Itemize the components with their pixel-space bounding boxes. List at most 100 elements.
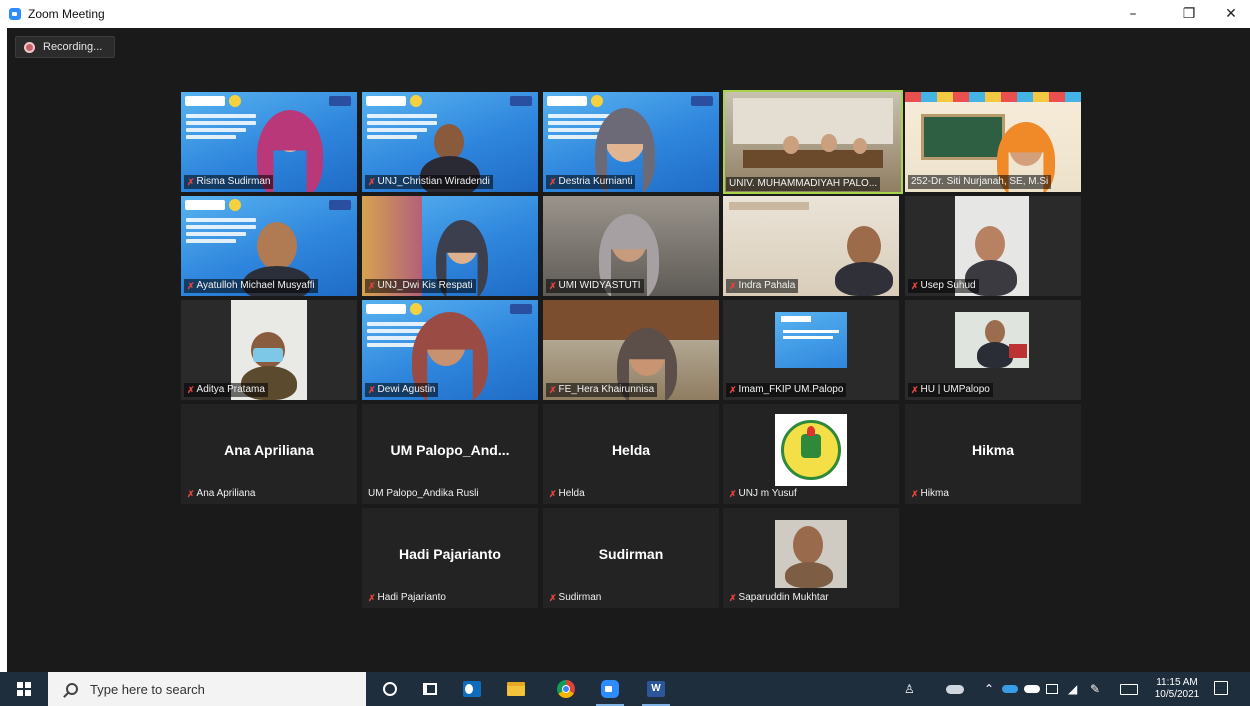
wifi-icon[interactable]: ◢ — [1068, 672, 1077, 706]
search-icon — [66, 683, 78, 695]
participant-tile[interactable]: Hikma ✗ Hikma — [905, 404, 1081, 504]
system-clock[interactable]: 11:15 AM 10/5/2021 — [1148, 677, 1206, 701]
participant-tile[interactable]: ✗ Imam_FKIP UM.Palopo — [723, 300, 899, 400]
windows-start-icon[interactable] — [0, 672, 48, 706]
participant-display-name: Hadi Pajarianto — [399, 546, 501, 562]
participant-name: ✗ Hadi Pajarianto — [368, 592, 446, 603]
notification-center-icon[interactable] — [1214, 681, 1228, 695]
participant-name: ✗ Ayatulloh Michael Musyaffi — [184, 279, 318, 293]
participant-name: ✗ UNJ_Dwi Kis Respati — [365, 279, 476, 293]
mic-muted-icon: ✗ — [549, 385, 557, 395]
clock-time: 11:15 AM — [1156, 677, 1198, 688]
keyboard-icon[interactable] — [1120, 672, 1138, 706]
window-titlebar: Zoom Meeting – ❐ ✕ — [0, 0, 1250, 28]
participant-name: ✗ Dewi Agustin — [365, 383, 439, 397]
participant-tile[interactable]: UM Palopo_And... UM Palopo_Andika Rusli — [362, 404, 538, 504]
recording-label: Recording... — [43, 41, 103, 53]
participant-name: ✗ Sudirman — [549, 592, 602, 603]
participant-tile[interactable]: ✗ Destria Kurnianti — [543, 92, 719, 192]
meeting-gallery: Recording... ✗ Risma Sudirman ✗ UNJ_Christ… — [7, 28, 1250, 672]
participant-tile[interactable]: ✗ Aditya Pratama — [181, 300, 357, 400]
participant-tile[interactable]: ✗ UNJ_Christian Wiradendi — [362, 92, 538, 192]
participant-name: ✗ Risma Sudirman — [184, 175, 274, 189]
participant-name: ✗ UMI WIDYASTUTI — [546, 279, 644, 293]
participant-tile[interactable]: ✗ FE_Hera Khairunnisa — [543, 300, 719, 400]
university-logo — [775, 414, 847, 486]
participant-name: UNIV. MUHAMMADIYAH PALO... — [726, 177, 881, 191]
participant-name: 252-Dr. Siti Nurjanah, SE, M.Si — [908, 175, 1052, 189]
mic-muted-icon: ✗ — [368, 385, 376, 395]
participant-name: ✗ Helda — [549, 488, 585, 499]
participant-tile[interactable]: Ana Apriliana ✗ Ana Apriliana — [181, 404, 357, 504]
mic-muted-icon: ✗ — [729, 593, 737, 603]
participant-tile[interactable]: Hadi Pajarianto ✗ Hadi Pajarianto — [362, 508, 538, 608]
file-explorer-icon[interactable] — [496, 672, 536, 706]
zoom-taskbar-icon[interactable] — [590, 672, 630, 706]
mic-muted-icon: ✗ — [368, 593, 376, 603]
participant-tile[interactable]: Sudirman ✗ Sudirman — [543, 508, 719, 608]
mic-muted-icon: ✗ — [911, 281, 919, 291]
participant-tile[interactable]: ✗ UNJ m Yusuf — [723, 404, 899, 504]
participant-tile[interactable]: ✗ Dewi Agustin — [362, 300, 538, 400]
word-icon[interactable]: W — [636, 672, 676, 706]
participant-tile[interactable]: ✗ Risma Sudirman — [181, 92, 357, 192]
participant-name: ✗ FE_Hera Khairunnisa — [546, 383, 658, 397]
participant-tile[interactable]: Helda ✗ Helda — [543, 404, 719, 504]
mic-muted-icon: ✗ — [187, 385, 195, 395]
network-icon[interactable] — [1046, 672, 1058, 706]
mic-muted-icon: ✗ — [368, 177, 376, 187]
chrome-icon[interactable] — [546, 672, 586, 706]
participant-display-name: Helda — [611, 442, 651, 458]
chevron-up-icon[interactable]: ⌃ — [984, 672, 994, 706]
participant-tile[interactable]: ✗ Usep Suhud — [905, 196, 1081, 296]
mic-muted-icon: ✗ — [368, 281, 376, 291]
participant-name: ✗ Hikma — [911, 488, 949, 499]
cloud-icon[interactable] — [1002, 672, 1018, 706]
participant-tile-active-speaker[interactable]: UNIV. MUHAMMADIYAH PALO... — [723, 90, 903, 194]
cloud-sync-icon[interactable] — [1024, 672, 1040, 706]
window-title: Zoom Meeting — [28, 7, 105, 21]
participant-name: ✗ Ana Apriliana — [187, 488, 256, 499]
participant-tile[interactable]: ✗ UNJ_Dwi Kis Respati — [362, 196, 538, 296]
mic-muted-icon: ✗ — [549, 593, 557, 603]
participant-name: ✗ UNJ m Yusuf — [729, 488, 797, 499]
mic-muted-icon: ✗ — [911, 489, 919, 499]
windows-taskbar: Type here to search W ♙ ⌃ ◢ ✎ 11:15 AM 1… — [0, 672, 1250, 706]
participant-name: ✗ HU | UMPalopo — [908, 383, 993, 397]
zoom-icon — [9, 8, 21, 20]
participant-tile[interactable]: ✗ Indra Pahala — [723, 196, 899, 296]
taskbar-search-box[interactable]: Type here to search — [48, 672, 366, 706]
mic-muted-icon: ✗ — [911, 385, 919, 395]
pen-icon[interactable]: ✎ — [1090, 672, 1100, 706]
participant-tile[interactable]: ✗ HU | UMPalopo — [905, 300, 1081, 400]
task-view-icon[interactable] — [410, 672, 450, 706]
participant-name: ✗ Indra Pahala — [726, 279, 799, 293]
close-button[interactable]: ✕ — [1208, 0, 1250, 28]
onedrive-icon[interactable] — [946, 672, 964, 706]
outlook-icon[interactable] — [452, 672, 492, 706]
mic-muted-icon: ✗ — [187, 489, 195, 499]
participant-tile[interactable]: ✗ UMI WIDYASTUTI — [543, 196, 719, 296]
mic-muted-icon: ✗ — [729, 489, 737, 499]
mic-muted-icon: ✗ — [549, 177, 557, 187]
mic-muted-icon: ✗ — [187, 177, 195, 187]
cortana-icon[interactable] — [370, 672, 410, 706]
clock-date: 10/5/2021 — [1154, 689, 1200, 700]
minimize-button[interactable]: – — [1110, 0, 1156, 28]
record-icon — [24, 41, 35, 53]
participant-tile[interactable]: ✗ Ayatulloh Michael Musyaffi — [181, 196, 357, 296]
mic-muted-icon: ✗ — [729, 281, 737, 291]
participant-tile[interactable]: ✗ Saparuddin Mukhtar — [723, 508, 899, 608]
participant-name: ✗ Aditya Pratama — [184, 383, 268, 397]
search-placeholder: Type here to search — [90, 681, 205, 697]
participant-name: ✗ Destria Kurnianti — [546, 175, 636, 189]
participant-tile[interactable]: 252-Dr. Siti Nurjanah, SE, M.Si — [905, 92, 1081, 192]
mic-muted-icon: ✗ — [729, 385, 737, 395]
mic-muted-icon: ✗ — [549, 281, 557, 291]
maximize-button[interactable]: ❐ — [1166, 0, 1212, 28]
participant-display-name: UM Palopo_And... — [390, 442, 510, 458]
recording-indicator[interactable]: Recording... — [15, 36, 116, 58]
mic-muted-icon: ✗ — [549, 489, 557, 499]
participant-name: ✗ Saparuddin Mukhtar — [729, 592, 829, 603]
people-icon[interactable]: ♙ — [904, 672, 915, 706]
